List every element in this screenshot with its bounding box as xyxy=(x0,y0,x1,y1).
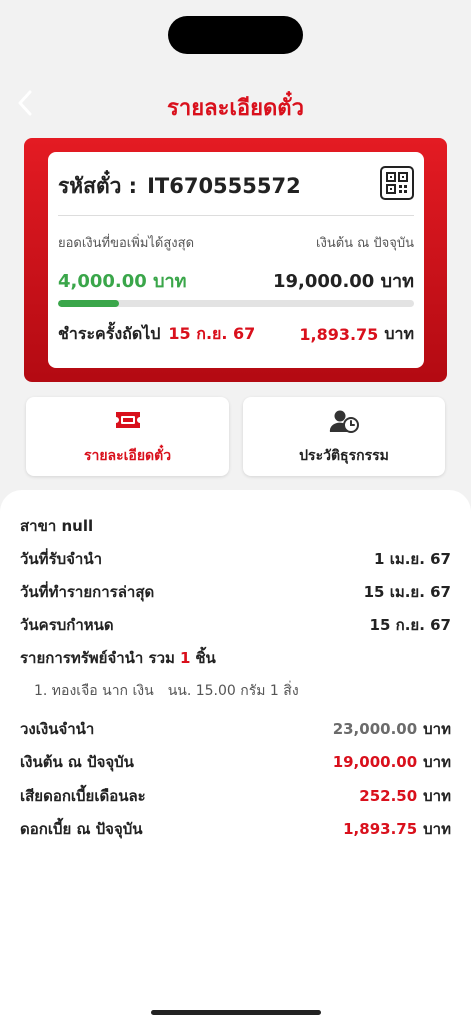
transaction-history-button[interactable]: ประวัติธุรกรรม xyxy=(243,397,445,476)
due-date-label: วันครบกำหนด xyxy=(20,616,114,634)
home-indicator xyxy=(151,1010,321,1015)
assets-count: 1 xyxy=(179,649,191,667)
due-date-row: วันครบกำหนด 15 ก.ย. 67 xyxy=(20,613,451,637)
card-divider xyxy=(58,215,414,216)
ticket-icon xyxy=(115,412,140,428)
credit-unit: บาท xyxy=(423,720,451,738)
max-amount-value: 4,000.00 บาท xyxy=(58,271,187,292)
max-amount-label: ยอดเงินที่ขอเพิ่มได้สูงสุด xyxy=(58,236,195,251)
device-notch xyxy=(168,16,303,54)
current-interest-unit: บาท xyxy=(423,820,451,838)
last-transaction-value: 15 เม.ย. 67 xyxy=(363,583,451,601)
credit-row: วงเงินจำนำ 23,000.00 บาท xyxy=(20,717,451,741)
principal-unit: บาท xyxy=(423,753,451,771)
principal-detail-label: เงินต้น ณ ปัจจุบัน xyxy=(20,753,134,771)
last-transaction-row: วันที่ทำรายการล่าสุด 15 เม.ย. 67 xyxy=(20,580,451,604)
monthly-interest-unit: บาท xyxy=(423,787,451,805)
due-date-value: 15 ก.ย. 67 xyxy=(369,616,451,634)
asset-item-desc: นน. 15.00 กรัม 1 สิ่ง xyxy=(167,683,299,699)
pawn-date-value: 1 เม.ย. 67 xyxy=(374,550,451,568)
qr-code-icon xyxy=(386,172,408,194)
user-clock-icon xyxy=(329,410,359,433)
monthly-interest-row: เสียดอกเบี้ยเดือนละ 252.50 บาท xyxy=(20,784,451,808)
next-payment-date: 15 ก.ย. 67 xyxy=(168,323,256,343)
next-payment-amount: 1,893.75 xyxy=(299,324,379,344)
assets-label: รายการทรัพย์จำนำ รวม xyxy=(20,649,175,667)
ticket-details-label: รายละเอียดตั๋ว xyxy=(83,448,172,464)
transaction-history-label: ประวัติธุรกรรม xyxy=(299,448,389,464)
current-interest-value: 1,893.75 xyxy=(343,820,418,838)
principal-value: 19,000.00 บาท xyxy=(272,271,414,292)
asset-list-item: 1. ทองเจือ นาก เงิน นน. 15.00 กรัม 1 สิ่… xyxy=(34,680,451,702)
monthly-interest-value: 252.50 xyxy=(359,787,418,805)
pawn-date-label: วันที่รับจำนำ xyxy=(20,550,103,568)
page-title: รายละเอียดตั๋ว xyxy=(167,96,304,121)
branch-label: สาขา null xyxy=(20,517,94,535)
monthly-interest-label: เสียดอกเบี้ยเดือนละ xyxy=(20,787,146,805)
pawn-date-row: วันที่รับจำนำ 1 เม.ย. 67 xyxy=(20,547,451,571)
principal-row: เงินต้น ณ ปัจจุบัน 19,000.00 บาท xyxy=(20,750,451,774)
ticket-details-button[interactable]: รายละเอียดตั๋ว xyxy=(26,397,229,476)
asset-item-name: 1. ทองเจือ นาก เงิน xyxy=(34,683,154,699)
header: รายละเอียดตั๋ว xyxy=(0,80,471,130)
qr-code-button[interactable] xyxy=(380,166,414,200)
principal-label: เงินต้น ณ ปัจจุบัน xyxy=(316,236,414,251)
progress-bar xyxy=(58,300,414,307)
next-payment-label: ชำระครั้งถัดไป xyxy=(58,323,161,343)
next-payment-unit: บาท xyxy=(384,323,414,343)
branch-row: สาขา null xyxy=(20,514,451,538)
ticket-card: รหัสตั๋ว : IT670555572 ยอดเงินที่ขอเพิ่ม… xyxy=(48,152,424,368)
last-transaction-label: วันที่ทำรายการล่าสุด xyxy=(20,583,155,601)
assets-row: รายการทรัพย์จำนำ รวม 1 ชิ้น xyxy=(20,646,451,670)
current-interest-label: ดอกเบี้ย ณ ปัจจุบัน xyxy=(20,820,143,838)
progress-fill xyxy=(58,300,119,307)
credit-label: วงเงินจำนำ xyxy=(20,720,95,738)
credit-value: 23,000.00 xyxy=(332,720,418,738)
ticket-id-row: รหัสตั๋ว : IT670555572 xyxy=(58,170,414,202)
assets-suffix: ชิ้น xyxy=(195,649,216,667)
ticket-id-label: รหัสตั๋ว : xyxy=(58,173,138,198)
ticket-id-value: IT670555572 xyxy=(147,174,301,198)
current-interest-row: ดอกเบี้ย ณ ปัจจุบัน 1,893.75 บาท xyxy=(20,817,451,841)
next-payment-row: ชำระครั้งถัดไป 15 ก.ย. 67 1,893.75 บาท xyxy=(58,322,414,346)
principal-detail-value: 19,000.00 xyxy=(332,753,418,771)
